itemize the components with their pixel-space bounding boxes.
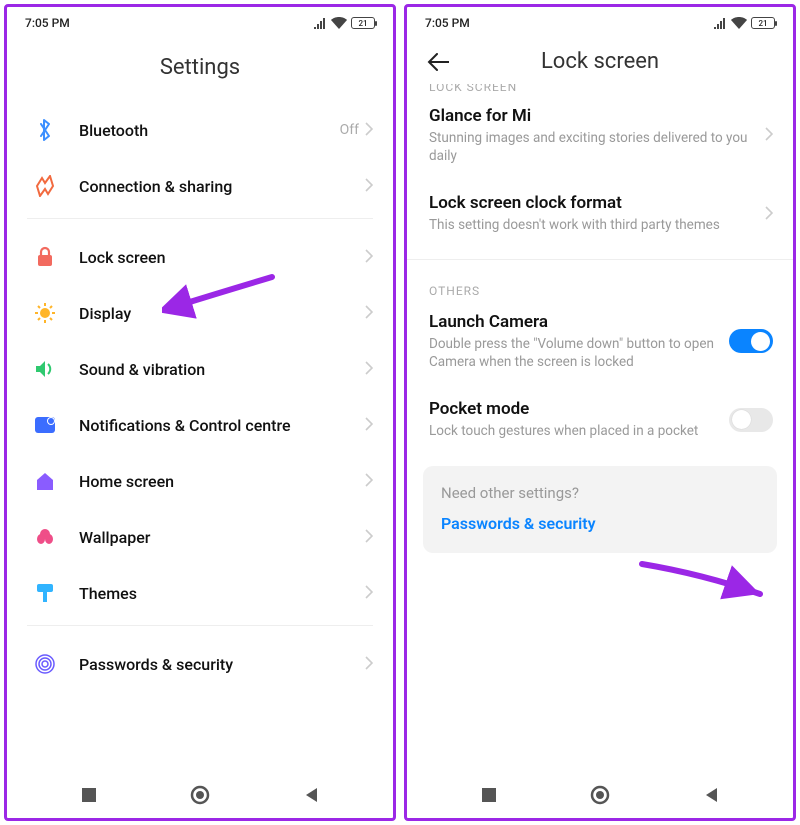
item-title: Lock screen clock format bbox=[429, 193, 755, 213]
back-button[interactable] bbox=[427, 51, 449, 73]
status-bar: 7:05 PM 21 bbox=[407, 7, 793, 35]
item-notifications[interactable]: Notifications & Control centre bbox=[7, 397, 393, 453]
fingerprint-icon bbox=[31, 650, 59, 678]
chevron-right-icon bbox=[765, 126, 773, 145]
divider bbox=[27, 218, 373, 219]
item-label: Passwords & security bbox=[79, 655, 365, 674]
home-icon bbox=[31, 467, 59, 495]
item-label: Display bbox=[79, 304, 365, 323]
footer-link-passwords-security[interactable]: Passwords & security bbox=[441, 514, 759, 533]
page-title: Lock screen bbox=[461, 49, 773, 74]
signal-icon bbox=[313, 18, 327, 29]
chevron-right-icon bbox=[765, 205, 773, 224]
nav-back-button[interactable] bbox=[682, 787, 742, 803]
item-title: Glance for Mi bbox=[429, 106, 755, 126]
chevron-right-icon bbox=[365, 416, 373, 435]
chevron-right-icon bbox=[365, 121, 373, 140]
footer-card: Need other settings? Passwords & securit… bbox=[423, 466, 777, 553]
item-themes[interactable]: Themes bbox=[7, 565, 393, 621]
divider bbox=[27, 625, 373, 626]
android-navbar bbox=[407, 776, 793, 818]
item-value: Off bbox=[340, 122, 359, 138]
brush-icon bbox=[31, 579, 59, 607]
nav-recent-button[interactable] bbox=[459, 787, 519, 803]
wifi-icon bbox=[331, 17, 347, 29]
item-glance-for-mi[interactable]: Glance for Mi Stunning images and exciti… bbox=[407, 92, 793, 179]
toggle-launch-camera[interactable] bbox=[729, 329, 773, 353]
title-row: Lock screen bbox=[407, 35, 793, 84]
item-lock-screen[interactable]: Lock screen bbox=[7, 229, 393, 285]
chevron-right-icon bbox=[365, 360, 373, 379]
phone-left: 7:05 PM 21 Settings Bluetooth Off Con bbox=[4, 4, 396, 821]
item-clock-format[interactable]: Lock screen clock format This setting do… bbox=[407, 179, 793, 248]
status-bar: 7:05 PM 21 bbox=[7, 7, 393, 35]
item-label: Wallpaper bbox=[79, 528, 365, 547]
chevron-right-icon bbox=[365, 584, 373, 603]
item-pocket-mode[interactable]: Pocket mode Lock touch gestures when pla… bbox=[407, 385, 793, 454]
item-desc: Double press the "Volume down" button to… bbox=[429, 335, 719, 371]
chevron-right-icon bbox=[365, 177, 373, 196]
wifi-icon bbox=[731, 17, 747, 29]
lockscreen-list: LOCK SCREEN Glance for Mi Stunning image… bbox=[407, 84, 793, 776]
chevron-right-icon bbox=[365, 304, 373, 323]
status-time: 7:05 PM bbox=[425, 16, 470, 30]
item-title: Pocket mode bbox=[429, 399, 719, 419]
nav-recent-button[interactable] bbox=[59, 787, 119, 803]
nav-home-button[interactable] bbox=[570, 785, 630, 805]
share-icon bbox=[31, 172, 59, 200]
signal-icon bbox=[713, 18, 727, 29]
item-sound[interactable]: Sound & vibration bbox=[7, 341, 393, 397]
section-header-others: OTHERS bbox=[407, 278, 793, 298]
item-desc: This setting doesn't work with third par… bbox=[429, 216, 755, 234]
item-connection-sharing[interactable]: Connection & sharing bbox=[7, 158, 393, 214]
chevron-right-icon bbox=[365, 472, 373, 491]
android-navbar bbox=[7, 776, 393, 818]
item-label: Bluetooth bbox=[79, 121, 340, 140]
section-header-lockscreen: LOCK SCREEN bbox=[407, 84, 793, 92]
phone-right: 7:05 PM 21 Lock screen LOCK SCREEN Glanc… bbox=[404, 4, 796, 821]
speaker-icon bbox=[31, 355, 59, 383]
item-desc: Lock touch gestures when placed in a poc… bbox=[429, 422, 719, 440]
item-launch-camera[interactable]: Launch Camera Double press the "Volume d… bbox=[407, 298, 793, 385]
notification-icon bbox=[31, 411, 59, 439]
status-indicators: 21 bbox=[313, 17, 375, 29]
battery-icon: 21 bbox=[751, 17, 775, 29]
chevron-right-icon bbox=[365, 655, 373, 674]
nav-back-button[interactable] bbox=[282, 787, 342, 803]
nav-home-button[interactable] bbox=[170, 785, 230, 805]
flower-icon bbox=[31, 523, 59, 551]
battery-icon: 21 bbox=[351, 17, 375, 29]
item-label: Themes bbox=[79, 584, 365, 603]
lock-icon bbox=[31, 243, 59, 271]
item-title: Launch Camera bbox=[429, 312, 719, 332]
item-label: Lock screen bbox=[79, 248, 365, 267]
footer-question: Need other settings? bbox=[441, 484, 759, 502]
item-display[interactable]: Display bbox=[7, 285, 393, 341]
divider bbox=[407, 259, 793, 260]
sun-icon bbox=[31, 299, 59, 327]
status-time: 7:05 PM bbox=[25, 16, 70, 30]
bluetooth-icon bbox=[31, 116, 59, 144]
item-bluetooth[interactable]: Bluetooth Off bbox=[7, 102, 393, 158]
item-passwords-security[interactable]: Passwords & security bbox=[7, 636, 393, 692]
item-desc: Stunning images and exciting stories del… bbox=[429, 129, 755, 165]
item-wallpaper[interactable]: Wallpaper bbox=[7, 509, 393, 565]
settings-list: Bluetooth Off Connection & sharing Lock … bbox=[7, 102, 393, 776]
chevron-right-icon bbox=[365, 248, 373, 267]
toggle-pocket-mode[interactable] bbox=[729, 408, 773, 432]
page-title: Settings bbox=[7, 35, 393, 102]
status-indicators: 21 bbox=[713, 17, 775, 29]
item-label: Connection & sharing bbox=[79, 177, 365, 196]
item-home-screen[interactable]: Home screen bbox=[7, 453, 393, 509]
item-label: Sound & vibration bbox=[79, 360, 365, 379]
item-label: Notifications & Control centre bbox=[79, 416, 365, 435]
chevron-right-icon bbox=[365, 528, 373, 547]
item-label: Home screen bbox=[79, 472, 365, 491]
